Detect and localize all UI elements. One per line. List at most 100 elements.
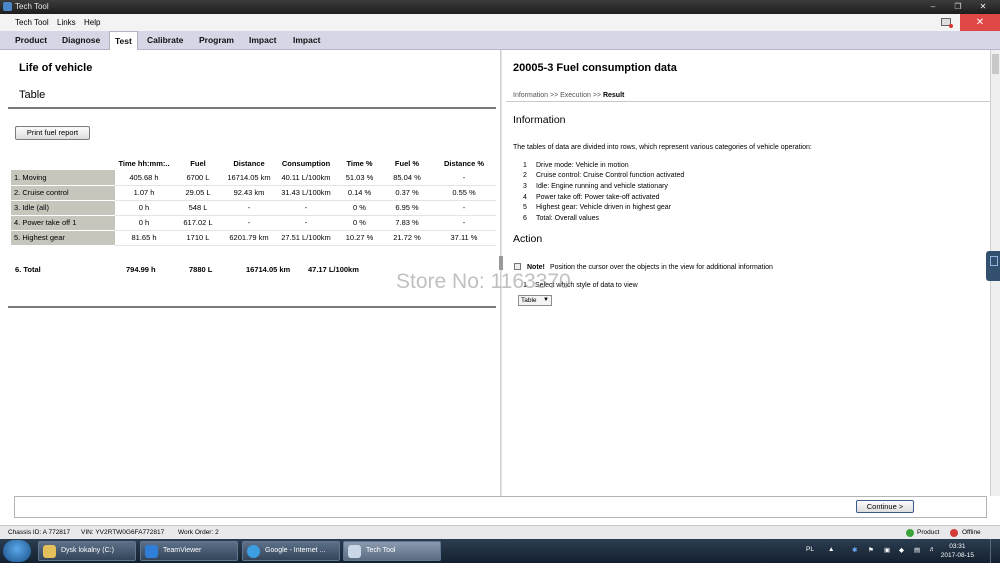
total-fuel: 7880 L	[189, 265, 213, 274]
side-panel-handle[interactable]	[986, 251, 1000, 281]
device-icon[interactable]: ▣	[884, 546, 890, 554]
start-button[interactable]	[3, 540, 31, 562]
column-header: Fuel	[190, 158, 206, 168]
show-desktop-button[interactable]	[990, 539, 1000, 563]
table-cell: -	[223, 200, 275, 216]
breadcrumb-current: Result	[602, 92, 625, 99]
tab-impact[interactable]: Impact	[244, 31, 281, 50]
table-cell: 7.83 %	[382, 215, 432, 231]
table-cell: 31.43 L/100km	[275, 185, 337, 201]
list-item: Idle: Engine running and vehicle station…	[536, 183, 668, 190]
restore-button[interactable]: ❐	[950, 1, 966, 12]
tab-impact-2[interactable]: Impact	[288, 31, 325, 50]
clock[interactable]: 03:31 2017-08-15	[941, 542, 974, 560]
table-cell: -	[432, 200, 496, 216]
browser-icon	[247, 545, 260, 558]
data-style-select[interactable]: Table ▼	[518, 295, 552, 306]
table-cell: 51.03 %	[337, 170, 382, 186]
vin: VIN: YV2RTW0G6FA772817	[81, 529, 165, 536]
total-consumption: 47.17 L/100km	[308, 265, 359, 274]
breadcrumb: Information >> Execution >> Result	[513, 92, 625, 99]
table-cell: 0 h	[115, 200, 173, 216]
table-cell: 21.72 %	[382, 230, 432, 246]
table-cell: 0.37 %	[382, 185, 432, 201]
total-distance: 16714.05 km	[246, 265, 291, 274]
chassis-id: Chassis ID: A 772817	[8, 529, 71, 536]
information-text: The tables of data are divided into rows…	[513, 144, 812, 151]
tab-product[interactable]: Product	[10, 31, 52, 50]
task-teamviewer[interactable]: TeamViewer	[140, 541, 238, 561]
list-number: 4	[523, 194, 527, 201]
table-cell: 6700 L	[173, 170, 223, 186]
status-bar: Chassis ID: A 772817 VIN: YV2RTW0G6FA772…	[0, 525, 1000, 539]
select-value: Table	[521, 297, 537, 304]
left-panel-title: Life of vehicle	[19, 62, 93, 74]
table-cell: 548 L	[173, 200, 223, 216]
printer-icon[interactable]	[941, 18, 953, 28]
table-cell: 29.05 L	[173, 185, 223, 201]
splitter-grip[interactable]	[499, 256, 503, 270]
tab-test[interactable]: Test	[109, 31, 138, 50]
list-item: Cruise control: Cruise Control function …	[536, 172, 685, 179]
menu-help[interactable]: Help	[84, 18, 100, 27]
column-header: Fuel %	[394, 158, 420, 168]
clock-time: 03:31	[949, 543, 966, 550]
task-explorer[interactable]: Dysk lokalny (C:)	[38, 541, 136, 561]
table-cell: 10.27 %	[337, 230, 382, 246]
app-icon	[3, 2, 12, 11]
app-tray-icon[interactable]: ◆	[899, 546, 904, 554]
right-panel: 20005-3 Fuel consumption data Informatio…	[506, 52, 990, 492]
flag-icon[interactable]: ⚑	[868, 546, 874, 554]
list-number: 3	[523, 183, 527, 190]
action-heading: Action	[513, 233, 543, 245]
table-cell: 37.11 %	[432, 230, 496, 246]
bluetooth-icon[interactable]: ✱	[852, 546, 857, 554]
tab-calibrate[interactable]: Calibrate	[142, 31, 188, 50]
tab-program[interactable]: Program	[194, 31, 239, 50]
divider-line	[506, 101, 990, 102]
menu-tech-tool[interactable]: Tech Tool	[15, 18, 49, 27]
table-row: 1. Moving 405.68 h 6700 L 16714.05 km 40…	[11, 170, 496, 186]
table-cell: 1.07 h	[115, 185, 173, 201]
tab-diagnose[interactable]: Diagnose	[57, 31, 105, 50]
table-cell: 81.65 h	[115, 230, 173, 246]
task-tech-tool[interactable]: Tech Tool	[343, 541, 441, 561]
language-indicator[interactable]: PL	[806, 546, 814, 553]
volume-icon[interactable]: ♬	[929, 546, 936, 553]
list-item: Drive mode: Vehicle in motion	[536, 162, 629, 169]
continue-button[interactable]: Continue >	[856, 500, 914, 513]
print-fuel-report-button[interactable]: Print fuel report	[15, 126, 90, 140]
tray-arrow-icon[interactable]: ▲	[828, 546, 834, 553]
column-header: Distance	[233, 158, 265, 168]
main-tabs: Product Diagnose Test Calibrate Program …	[0, 31, 1000, 50]
list-item: Power take off: Power take-off activated	[536, 194, 660, 201]
column-header: Time hh:mm:..	[118, 158, 170, 168]
total-time: 794.99 h	[126, 265, 156, 274]
folder-icon	[43, 545, 56, 558]
work-order: Work Order: 2	[178, 529, 219, 536]
fuel-table: Time hh:mm:.. Fuel Distance Consumption …	[11, 156, 496, 246]
divider-line	[8, 306, 496, 308]
table-cell: 1710 L	[173, 230, 223, 246]
note-icon	[514, 263, 521, 270]
table-cell: -	[275, 215, 337, 231]
menu-bar: Tech Tool Links Help	[0, 14, 1000, 31]
close-window-button[interactable]: ✕	[975, 1, 991, 12]
note-text: Position the cursor over the objects in …	[550, 264, 773, 271]
scrollbar-thumb[interactable]	[992, 54, 999, 74]
minimize-button[interactable]: –	[925, 1, 941, 12]
tech-tool-icon	[348, 545, 361, 558]
product-status-icon	[906, 529, 914, 537]
task-browser[interactable]: Google - Internet ...	[242, 541, 340, 561]
list-number: 2	[523, 172, 527, 179]
network-icon[interactable]: ▤	[914, 546, 920, 554]
breadcrumb-execution: Execution	[560, 92, 591, 99]
table-cell: 92.43 km	[223, 185, 275, 201]
table-header-row: Time hh:mm:.. Fuel Distance Consumption …	[11, 156, 496, 170]
divider-line	[8, 107, 496, 109]
column-header: Consumption	[281, 158, 331, 168]
menu-links[interactable]: Links	[57, 18, 76, 27]
row-label: 3. Idle (all)	[11, 200, 115, 216]
view-subtitle: Table	[19, 89, 46, 101]
close-app-button[interactable]: ✕	[960, 14, 1000, 31]
